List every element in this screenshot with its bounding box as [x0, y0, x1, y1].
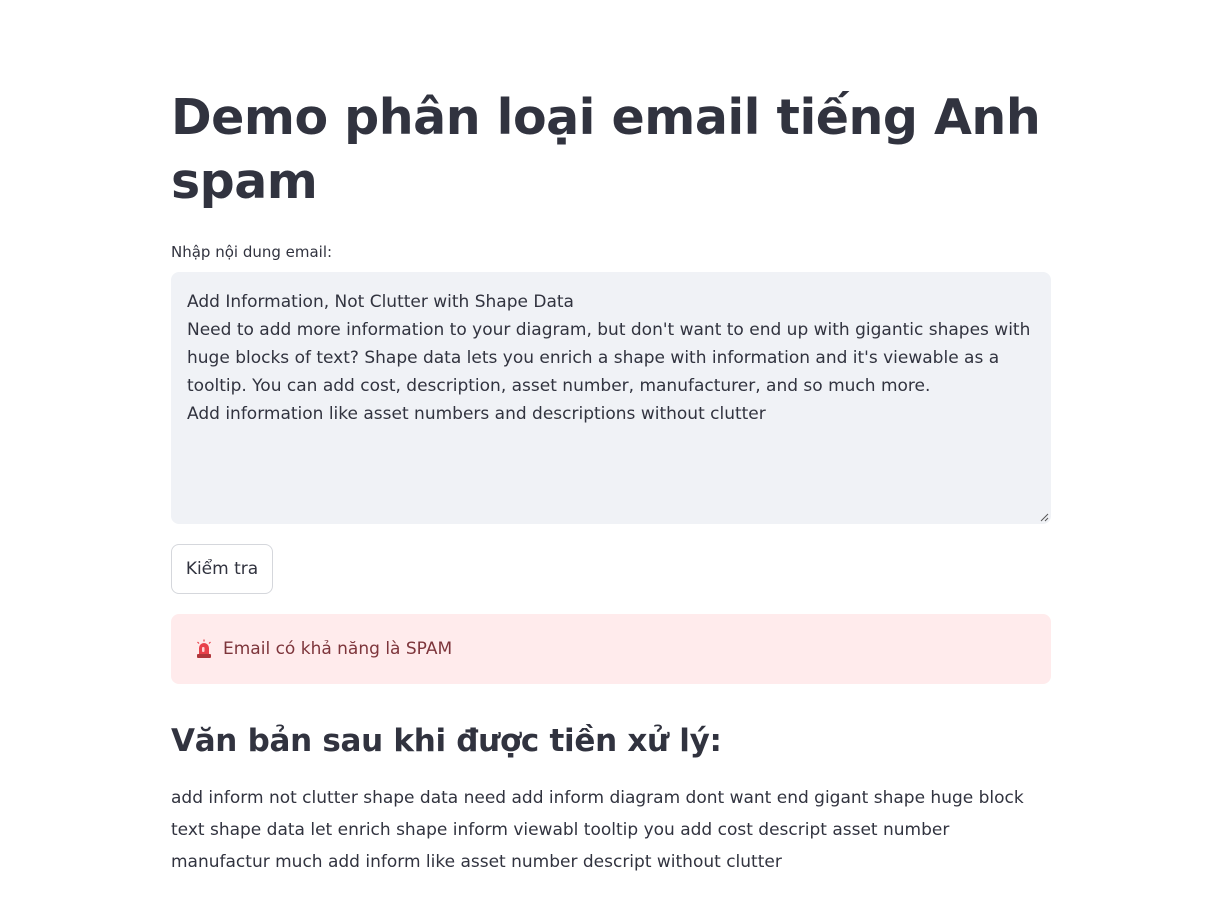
siren-icon	[197, 639, 211, 658]
spam-alert-message: Email có khả năng là SPAM	[223, 639, 453, 659]
check-button[interactable]: Kiểm tra	[171, 544, 273, 594]
email-textarea[interactable]: Add Information, Not Clutter with Shape …	[171, 272, 1051, 524]
page-title: Demo phân loại email tiếng Anh spam	[171, 89, 1041, 210]
email-textarea-value[interactable]: Add Information, Not Clutter with Shape …	[187, 288, 1035, 508]
email-input-label: Nhập nội dung email:	[171, 243, 333, 261]
spam-alert: Email có khả năng là SPAM	[171, 614, 1051, 684]
preprocessed-text: add inform not clutter shape data need a…	[171, 788, 1024, 872]
resize-handle-icon[interactable]	[1039, 512, 1049, 522]
preprocessed-heading: Văn bản sau khi được tiền xử lý:	[171, 723, 722, 759]
